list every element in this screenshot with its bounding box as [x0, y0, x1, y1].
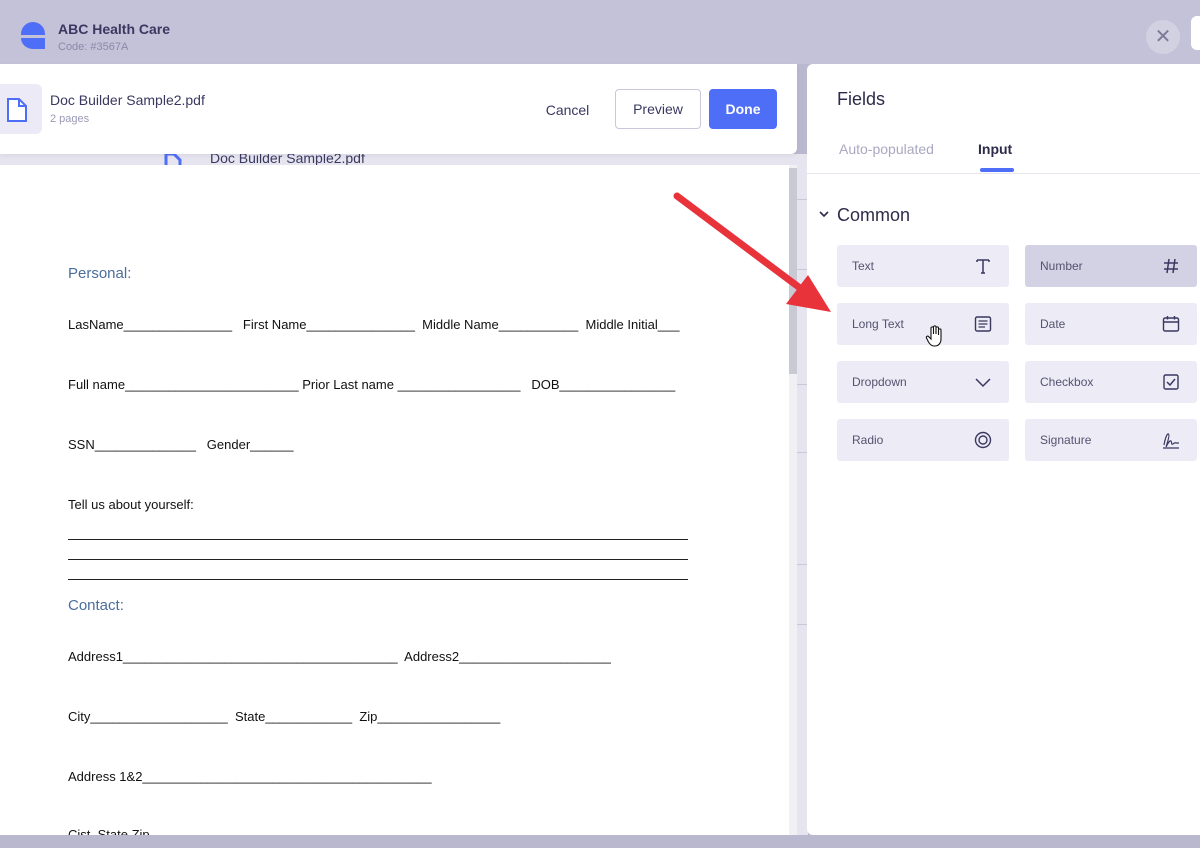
underline-rule [68, 579, 688, 580]
active-tab-indicator [980, 168, 1014, 172]
document-page[interactable]: Personal: LasName_______________ First N… [0, 165, 789, 835]
file-name: Doc Builder Sample2.pdf [50, 92, 205, 108]
close-icon: ✕ [1154, 26, 1172, 48]
calendar-icon [1162, 316, 1180, 332]
text-t-icon [976, 259, 990, 274]
section-heading-personal: Personal: [68, 265, 132, 282]
field-tile-checkbox[interactable]: Checkbox [1025, 361, 1197, 403]
field-label: Number [1040, 259, 1083, 273]
chevron-down-icon[interactable] [819, 210, 829, 218]
scrollbar-thumb[interactable] [789, 168, 797, 374]
signature-icon [1163, 433, 1179, 449]
form-line-about: Tell us about yourself: [68, 497, 194, 512]
app-bar: ABC Health Care Code: #3567A ✕ [0, 0, 1200, 64]
hash-icon [1164, 258, 1178, 274]
hand-cursor-icon [925, 325, 942, 347]
field-label: Checkbox [1040, 375, 1094, 389]
field-tile-number[interactable]: Number [1025, 245, 1197, 287]
file-thumbnail [0, 84, 42, 134]
tab-input[interactable]: Input [978, 141, 1012, 157]
field-label: Date [1040, 317, 1066, 331]
preview-button[interactable]: Preview [615, 89, 701, 129]
radio-icon [974, 431, 992, 449]
group-title-common[interactable]: Common [837, 205, 910, 226]
close-button[interactable]: ✕ [1146, 20, 1180, 54]
field-tile-long-text[interactable]: Long Text [837, 303, 1009, 345]
org-code: Code: #3567A [58, 41, 129, 53]
fields-panel: Fields Auto-populated Input Common Text … [807, 64, 1200, 835]
underline-rule [68, 559, 688, 560]
field-tile-radio[interactable]: Radio [837, 419, 1009, 461]
field-tile-signature[interactable]: Signature [1025, 419, 1197, 461]
field-label: Radio [852, 433, 884, 447]
panel-title: Fields [837, 89, 886, 109]
field-label: Dropdown [852, 375, 907, 389]
bottom-edge [0, 835, 1200, 848]
form-line-fullname: Full name________________________ Prior … [68, 377, 676, 392]
form-line-cist: Cist, State Zip [68, 827, 150, 835]
edge-button[interactable] [1191, 16, 1200, 50]
document-header: Doc Builder Sample2.pdf 2 pages Cancel P… [0, 64, 797, 154]
file-page-count: 2 pages [50, 113, 90, 125]
section-heading-contact: Contact: [68, 597, 124, 614]
tab-auto-populated[interactable]: Auto-populated [839, 141, 934, 157]
form-line-ssn: SSN______________ Gender______ [68, 437, 294, 452]
cancel-button[interactable]: Cancel [530, 91, 605, 129]
field-tile-text[interactable]: Text [837, 245, 1009, 287]
underline-rule [68, 539, 688, 540]
form-line-city: City___________________ State___________… [68, 709, 501, 724]
done-button[interactable]: Done [709, 89, 777, 129]
field-label: Long Text [852, 317, 904, 331]
field-label: Text [852, 259, 875, 273]
form-line-address: Address1________________________________… [68, 649, 611, 664]
company-logo-icon [21, 22, 45, 49]
field-tile-date[interactable]: Date [1025, 303, 1197, 345]
file-icon [7, 98, 27, 122]
chevron-down-icon [975, 378, 991, 388]
field-tile-dropdown[interactable]: Dropdown [837, 361, 1009, 403]
long-text-icon [974, 316, 992, 332]
field-label: Signature [1040, 433, 1092, 447]
checkbox-icon [1163, 374, 1179, 390]
org-name: ABC Health Care [58, 21, 171, 37]
divider [807, 173, 1200, 174]
form-line-names: LasName_______________ First Name_______… [68, 317, 680, 332]
form-line-address12: Address 1&2_____________________________… [68, 769, 432, 784]
